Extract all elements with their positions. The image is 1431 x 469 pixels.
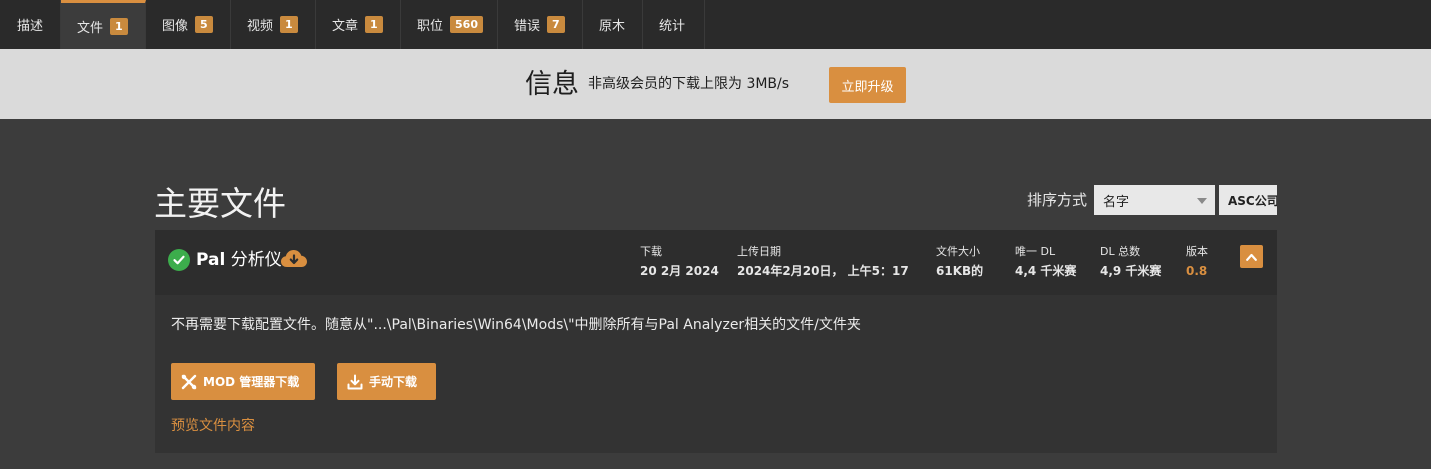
tab-count-badge: 560 [450, 16, 483, 33]
tab-logs[interactable]: 原木 [583, 0, 644, 49]
banner-message: 非高级会员的下载上限为 3MB/s [588, 76, 790, 92]
collapse-button[interactable] [1240, 245, 1263, 268]
stat-value: 4,9 千米赛 [1100, 264, 1162, 278]
tab-label: 图像 [162, 19, 189, 34]
stat-file-size: 文件大小 61KB的 [936, 244, 983, 279]
stat-downloads-date: 下载 20 2月 2024 [640, 244, 719, 279]
tab-label: 职位 [417, 19, 444, 34]
file-name[interactable]: Pal 分析仪 [196, 249, 282, 271]
file-name-rest: 分析仪 [225, 250, 282, 270]
banner-title: 信息 [525, 69, 579, 100]
stat-unique-dl: 唯一 DL 4,4 千米赛 [1015, 244, 1076, 279]
tab-videos[interactable]: 视频 1 [231, 0, 317, 49]
stat-total-dl: DL 总数 4,9 千米赛 [1100, 244, 1161, 279]
file-header[interactable]: Pal 分析仪 下载 20 2月 2024 上传日期 2024年2月20日， 上… [155, 230, 1277, 295]
stat-value: 20 2月 2024 [640, 264, 719, 278]
stat-value: 4,4 千米赛 [1015, 264, 1077, 278]
tab-label: 统计 [659, 19, 686, 34]
wrench-cross-icon [181, 374, 197, 390]
stat-label: 上传日期 [737, 245, 781, 258]
stat-label: 文件大小 [936, 245, 980, 258]
tab-files[interactable]: 文件 1 [61, 0, 147, 49]
tab-count-badge: 7 [547, 16, 565, 33]
mod-manager-download-label: MOD 管理器下载 [203, 375, 300, 389]
sort-label: 排序方式 [1027, 191, 1088, 209]
stat-value: 61KB的 [936, 264, 984, 278]
tab-count-badge: 5 [195, 16, 213, 33]
stat-label: DL 总数 [1100, 245, 1141, 258]
download-icon [347, 374, 363, 390]
tab-label: 错误 [514, 19, 541, 34]
tab-description[interactable]: 描述 [0, 0, 62, 49]
stat-upload-date: 上传日期 2024年2月20日， 上午5：17 [737, 244, 909, 279]
stat-value: 0.8 [1186, 264, 1208, 278]
tab-stats[interactable]: 统计 [643, 0, 706, 49]
tab-label: 描述 [17, 19, 44, 34]
sort-order-button[interactable]: ASC公司 [1219, 185, 1277, 215]
stat-label: 唯一 DL [1015, 245, 1056, 258]
tab-posts[interactable]: 职位 560 [401, 0, 499, 49]
tab-bugs[interactable]: 错误 7 [498, 0, 584, 49]
chevron-down-icon [1197, 198, 1207, 204]
tab-label: 原木 [599, 19, 626, 34]
tab-label: 文件 [77, 20, 104, 36]
tab-articles[interactable]: 文章 1 [316, 0, 402, 49]
file-details: 不再需要下载配置文件。随意从"...\Pal\Binaries\Win64\Mo… [155, 295, 1277, 453]
check-icon [168, 249, 190, 271]
tab-bar: 描述 文件 1 图像 5 视频 1 文章 1 职位 560 错误 7 原木 统计 [0, 0, 1431, 49]
manual-download-label: 手动下载 [369, 375, 418, 389]
preview-file-contents-link[interactable]: 预览文件内容 [171, 416, 255, 436]
stat-label: 版本 [1186, 245, 1208, 258]
tab-count-badge: 1 [280, 16, 298, 33]
tab-count-badge: 1 [110, 17, 128, 35]
sort-select-value: 名字 [1103, 194, 1130, 210]
file-name-bold: Pal [196, 250, 226, 270]
upgrade-button[interactable]: 立即升级 [829, 67, 906, 103]
stat-label: 下载 [640, 245, 662, 258]
section-title: 主要文件 [154, 184, 286, 223]
stat-version: 版本 0.8 [1186, 244, 1208, 279]
tab-label: 视频 [247, 19, 274, 34]
tab-label: 文章 [332, 19, 359, 34]
file-description: 不再需要下载配置文件。随意从"...\Pal\Binaries\Win64\Mo… [171, 317, 861, 333]
mod-manager-download-button[interactable]: MOD 管理器下载 [171, 363, 315, 400]
chevron-up-icon [1246, 253, 1257, 261]
cloud-download-icon[interactable] [280, 248, 308, 270]
tab-images[interactable]: 图像 5 [146, 0, 232, 49]
tab-count-badge: 1 [365, 16, 383, 33]
manual-download-button[interactable]: 手动下载 [337, 363, 436, 400]
info-banner: 信息 非高级会员的下载上限为 3MB/s 立即升级 [0, 49, 1431, 119]
stat-value: 2024年2月20日， 上午5：17 [737, 264, 909, 278]
sort-select[interactable]: 名字 [1094, 185, 1215, 215]
